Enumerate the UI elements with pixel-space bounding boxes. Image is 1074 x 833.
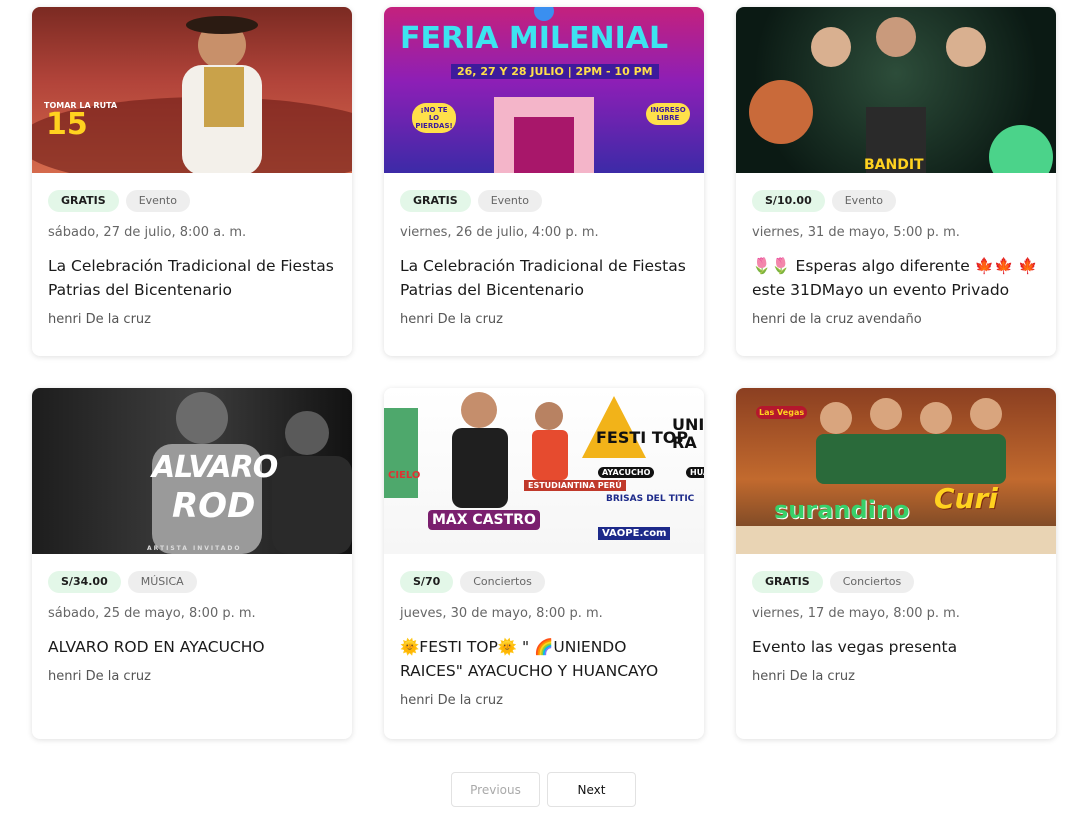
image-text: ESTUDIANTINA PERÚ <box>524 480 626 491</box>
previous-button[interactable]: Previous <box>451 772 540 807</box>
category-badge: Conciertos <box>829 571 915 593</box>
price-badge: GRATIS <box>48 190 119 212</box>
event-image[interactable]: surandino Curi Las Vegas <box>736 388 1056 554</box>
price-badge: GRATIS <box>752 571 823 593</box>
event-card[interactable]: FERIA MILENIAL 26, 27 Y 28 JULIO | 2PM -… <box>384 7 704 356</box>
image-text: FERIA MILENIAL <box>400 21 669 56</box>
image-text: Curi <box>934 482 998 515</box>
event-image[interactable]: FESTI TOP UNI RA AYACUCHO HUA ESTUDIANTI… <box>384 388 704 554</box>
price-badge: S/10.00 <box>752 190 825 212</box>
image-text: ALVARO <box>152 450 278 485</box>
next-button[interactable]: Next <box>547 772 636 807</box>
event-card[interactable]: surandino Curi Las Vegas GRATIS Conciert… <box>736 388 1056 739</box>
image-text: ¡NO TE LO PIERDAS! <box>412 103 456 133</box>
event-image[interactable]: FERIA MILENIAL 26, 27 Y 28 JULIO | 2PM -… <box>384 7 704 173</box>
event-card[interactable]: BANDIT S/10.00 Evento viernes, 31 de may… <box>736 7 1056 356</box>
event-title[interactable]: Evento las vegas presenta <box>752 635 1040 659</box>
price-badge: S/34.00 <box>48 571 121 593</box>
event-card[interactable]: ALVARO ROD ARTISTA INVITADO S/34.00 MÚSI… <box>32 388 352 739</box>
image-text: 15 <box>46 107 88 142</box>
event-title[interactable]: La Celebración Tradicional de Fiestas Pa… <box>400 254 688 302</box>
event-image[interactable]: TOMAR LA RUTA 15 <box>32 7 352 173</box>
image-text: INGRESO LIBRE <box>646 103 690 125</box>
pagination: Previous Next <box>451 772 636 807</box>
image-text: surandino <box>774 496 910 524</box>
event-author: henri De la cruz <box>752 669 855 684</box>
image-text: ROD <box>172 486 256 526</box>
price-badge: S/70 <box>400 571 454 593</box>
category-badge: MÚSICA <box>127 571 197 593</box>
category-badge: Evento <box>125 190 190 212</box>
event-title[interactable]: 🌞FESTI TOP🌞 " 🌈UNIENDO RAICES" AYACUCHO … <box>400 635 688 683</box>
event-title[interactable]: La Celebración Tradicional de Fiestas Pa… <box>48 254 336 302</box>
image-text: BANDIT <box>864 157 924 173</box>
image-text: Las Vegas <box>756 406 808 419</box>
event-date: viernes, 17 de mayo, 8:00 p. m. <box>752 606 960 621</box>
event-author: henri De la cruz <box>400 693 503 708</box>
event-image[interactable]: BANDIT <box>736 7 1056 173</box>
image-text: VAOPE.com <box>598 527 671 540</box>
category-badge: Evento <box>831 190 896 212</box>
event-image[interactable]: ALVARO ROD ARTISTA INVITADO <box>32 388 352 554</box>
event-title[interactable]: ALVARO ROD EN AYACUCHO <box>48 635 336 659</box>
image-text: AYACUCHO <box>598 467 655 478</box>
event-author: henri De la cruz <box>48 669 151 684</box>
event-date: sábado, 25 de mayo, 8:00 p. m. <box>48 606 256 621</box>
category-badge: Evento <box>477 190 542 212</box>
image-text: ARTISTA INVITADO <box>147 545 242 552</box>
image-text: UNI RA <box>672 416 704 452</box>
event-author: henri De la cruz <box>400 312 503 327</box>
event-date: viernes, 26 de julio, 4:00 p. m. <box>400 225 599 240</box>
event-card[interactable]: TOMAR LA RUTA 15 GRATIS Evento sábado, 2… <box>32 7 352 356</box>
price-badge: GRATIS <box>400 190 471 212</box>
event-date: sábado, 27 de julio, 8:00 a. m. <box>48 225 247 240</box>
events-grid: TOMAR LA RUTA 15 GRATIS Evento sábado, 2… <box>32 7 1056 739</box>
image-text: MAX CASTRO <box>428 510 540 530</box>
image-text: HUA <box>686 467 704 478</box>
event-author: henri de la cruz avendaño <box>752 312 922 327</box>
event-author: henri De la cruz <box>48 312 151 327</box>
image-text: 26, 27 Y 28 JULIO | 2PM - 10 PM <box>451 64 659 79</box>
image-text: BRISAS DEL TITIC <box>606 494 695 504</box>
event-date: viernes, 31 de mayo, 5:00 p. m. <box>752 225 960 240</box>
event-date: jueves, 30 de mayo, 8:00 p. m. <box>400 606 603 621</box>
image-text: CIELO <box>388 470 421 481</box>
event-title[interactable]: 🌷🌷 Esperas algo diferente 🍁🍁 🍁 este 31DM… <box>752 254 1040 302</box>
category-badge: Conciertos <box>460 571 545 593</box>
event-card[interactable]: FESTI TOP UNI RA AYACUCHO HUA ESTUDIANTI… <box>384 388 704 739</box>
